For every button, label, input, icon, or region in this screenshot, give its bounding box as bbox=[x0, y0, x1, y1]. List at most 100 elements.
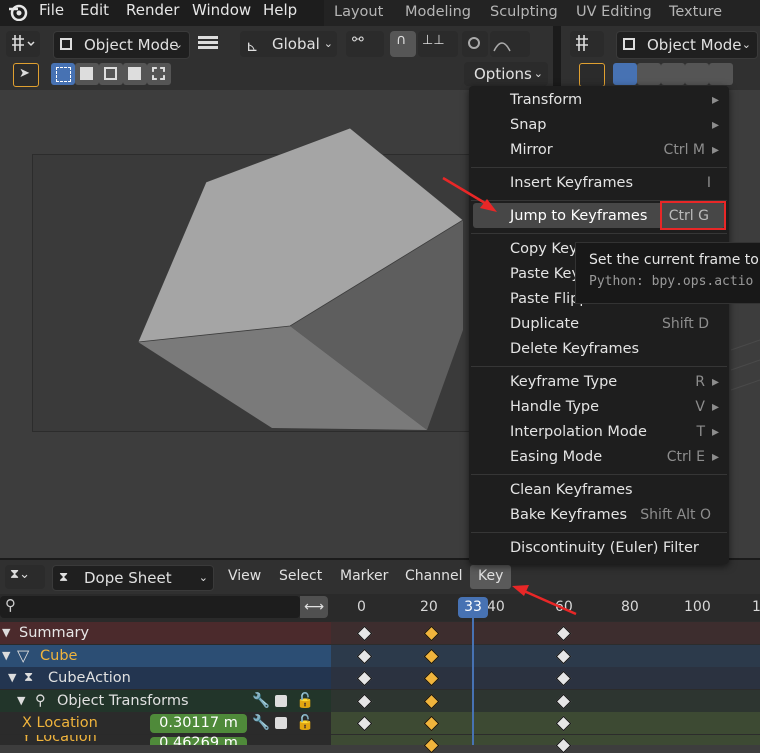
transform-orientation-dropdown[interactable]: ⊾ Global ⌄ bbox=[240, 31, 337, 57]
submenu-arrow-icon: ▸ bbox=[711, 399, 719, 415]
submenu-arrow-icon: ▸ bbox=[711, 424, 719, 440]
channel-label: Object Transforms bbox=[57, 693, 189, 709]
tab-sculpting[interactable]: Sculpting bbox=[490, 0, 558, 26]
swap-arrows-button[interactable]: ⟷ bbox=[300, 596, 328, 618]
select-mode-invert[interactable] bbox=[123, 63, 147, 85]
menu-help[interactable]: Help bbox=[263, 0, 297, 26]
channel-cube[interactable]: ▼ ▽ Cube bbox=[0, 645, 331, 667]
submenu-arrow-icon: ▸ bbox=[711, 117, 719, 133]
menu-item-keyframe-type[interactable]: Keyframe Type bbox=[510, 370, 617, 394]
dopesheet-menu-marker[interactable]: Marker bbox=[340, 568, 388, 584]
current-frame-indicator[interactable]: 33 bbox=[458, 597, 488, 618]
object-mode-dropdown-right[interactable]: Object Mode ⌄ bbox=[616, 31, 758, 59]
channel-x-location[interactable]: X Location 0.30117 m 🔧 🔓 bbox=[0, 712, 331, 734]
magnet-icon: ∩ bbox=[396, 32, 407, 48]
dopesheet-menu-channel[interactable]: Channel bbox=[405, 568, 462, 584]
menu-item-snap[interactable]: Snap bbox=[510, 113, 546, 137]
channel-label: CubeAction bbox=[48, 670, 131, 686]
menu-window[interactable]: Window bbox=[192, 0, 251, 26]
snap-toggle[interactable]: ∩ bbox=[390, 31, 416, 57]
x-location-value-field[interactable]: 0.30117 m bbox=[150, 714, 247, 733]
options-label: Options bbox=[474, 65, 532, 83]
menu-item-insert-keyframes[interactable]: Insert Keyframes bbox=[510, 171, 633, 195]
disclosure-triangle-icon[interactable]: ▼ bbox=[17, 690, 25, 712]
menu-file[interactable]: File bbox=[39, 0, 64, 26]
channel-cubeaction[interactable]: ▼ ⧗ CubeAction bbox=[0, 667, 331, 689]
editor-type-button-right[interactable] bbox=[570, 31, 604, 57]
menu-item-copy-key[interactable]: Copy Key bbox=[510, 237, 578, 261]
proportional-editing-toggle[interactable] bbox=[462, 31, 488, 57]
orientation-icon: ⊾ bbox=[246, 37, 259, 55]
lock-open-icon[interactable]: 🔓 bbox=[296, 712, 314, 734]
chevron-down-icon: ⌄ bbox=[173, 38, 183, 51]
options-dropdown[interactable]: Options ⌄ bbox=[464, 62, 548, 86]
wrench-icon[interactable]: 🔧 bbox=[252, 712, 270, 734]
checkbox-icon[interactable] bbox=[275, 695, 287, 707]
select-tool-button-right[interactable] bbox=[579, 63, 605, 87]
disclosure-triangle-icon[interactable]: ▼ bbox=[8, 667, 16, 689]
tab-uv-editing[interactable]: UV Editing bbox=[576, 0, 652, 26]
select-mode-extend[interactable] bbox=[75, 63, 99, 85]
channel-summary[interactable]: ▼ Summary bbox=[0, 622, 331, 644]
menu-item-discontinuity-filter[interactable]: Discontinuity (Euler) Filter bbox=[510, 536, 699, 560]
disclosure-triangle-icon[interactable]: ▼ bbox=[2, 622, 10, 644]
select-mode-invert-right[interactable] bbox=[685, 63, 709, 85]
dopesheet-ruler-row: ⚲ ⟷ bbox=[0, 594, 760, 621]
tab-layout[interactable]: Layout bbox=[334, 0, 383, 26]
y-location-value-field[interactable]: 0.46269 m bbox=[150, 736, 247, 745]
select-mode-subtract-right[interactable] bbox=[661, 63, 685, 85]
menu-render[interactable]: Render bbox=[126, 0, 179, 26]
hamburger-menu-icon[interactable] bbox=[198, 34, 218, 54]
menu-item-interpolation-mode[interactable]: Interpolation Mode bbox=[510, 420, 647, 444]
menu-edit[interactable]: Edit bbox=[80, 0, 109, 26]
ruler-tick-120: 1 bbox=[752, 599, 760, 615]
current-frame-label: 33 bbox=[464, 599, 482, 615]
key-context-menu: Transform ▸ Snap ▸ Mirror Ctrl M ▸ Inser… bbox=[469, 86, 729, 564]
disclosure-triangle-icon[interactable]: ▼ bbox=[2, 645, 10, 667]
submenu-arrow-icon: ▸ bbox=[711, 92, 719, 108]
double-arrow-icon: ⟷ bbox=[303, 599, 325, 615]
object-mode-dropdown[interactable]: Object Mode ⌄ bbox=[53, 31, 190, 59]
ruler-tick-0: 0 bbox=[357, 599, 366, 615]
playhead-line[interactable] bbox=[472, 618, 474, 745]
menu-item-jump-to-keyframes[interactable]: Jump to Keyframes bbox=[510, 204, 647, 228]
lock-open-icon[interactable]: 🔓 bbox=[296, 690, 314, 712]
tab-texture-paint[interactable]: Texture Paint bbox=[669, 0, 760, 44]
dopesheet-mode-dropdown[interactable]: ⧗ Dope Sheet ⌄ bbox=[52, 565, 214, 591]
select-mode-subtract[interactable] bbox=[99, 63, 123, 85]
menu-item-paste-key[interactable]: Paste Key bbox=[510, 262, 580, 286]
menu-item-duplicate[interactable]: Duplicate bbox=[510, 312, 579, 336]
snap-increment-icon: ⊥⊥ bbox=[422, 33, 445, 48]
select-box-mode-new[interactable] bbox=[51, 63, 75, 85]
select-mode-intersect-right[interactable] bbox=[709, 63, 733, 85]
menu-item-handle-type[interactable]: Handle Type bbox=[510, 395, 599, 419]
menu-item-delete-keyframes[interactable]: Delete Keyframes bbox=[510, 337, 639, 361]
select-tool-button[interactable]: ➤ bbox=[13, 63, 39, 87]
keyrow-summary bbox=[331, 622, 760, 644]
checkbox-icon[interactable] bbox=[275, 717, 287, 729]
select-box-mode-new-right[interactable] bbox=[613, 63, 637, 85]
falloff-dropdown[interactable] bbox=[490, 31, 530, 57]
menu-item-bake-keyframes[interactable]: Bake Keyframes bbox=[510, 503, 627, 527]
select-mode-intersect[interactable] bbox=[147, 63, 171, 85]
channel-y-location[interactable]: Y Location 0.46269 m bbox=[0, 735, 331, 745]
extend-icon bbox=[80, 67, 93, 80]
blender-logo-icon[interactable] bbox=[8, 3, 28, 21]
pivot-point-button[interactable]: ⚯ bbox=[346, 31, 384, 57]
dopesheet-menu-select[interactable]: Select bbox=[279, 568, 322, 584]
editor-type-button[interactable] bbox=[6, 31, 40, 57]
falloff-curve-icon bbox=[493, 42, 511, 52]
dopesheet-editor-type-button[interactable]: ⧗⌄ bbox=[5, 565, 45, 589]
channel-object-transforms[interactable]: ▼ ⚲ Object Transforms 🔧 🔓 bbox=[0, 690, 331, 712]
select-mode-extend-right[interactable] bbox=[637, 63, 661, 85]
dopesheet-menu-key[interactable]: Key bbox=[470, 565, 511, 589]
channel-search-input[interactable]: ⚲ bbox=[0, 596, 300, 618]
dopesheet-menu-view[interactable]: View bbox=[228, 568, 261, 584]
tab-modeling[interactable]: Modeling bbox=[405, 0, 471, 26]
menu-item-mirror[interactable]: Mirror bbox=[510, 138, 553, 162]
menu-item-transform[interactable]: Transform bbox=[510, 88, 582, 112]
snap-target-dropdown[interactable]: ⊥⊥ bbox=[418, 31, 458, 57]
menu-item-clean-keyframes[interactable]: Clean Keyframes bbox=[510, 478, 633, 502]
menu-item-easing-mode[interactable]: Easing Mode bbox=[510, 445, 602, 469]
wrench-icon[interactable]: 🔧 bbox=[252, 690, 270, 712]
